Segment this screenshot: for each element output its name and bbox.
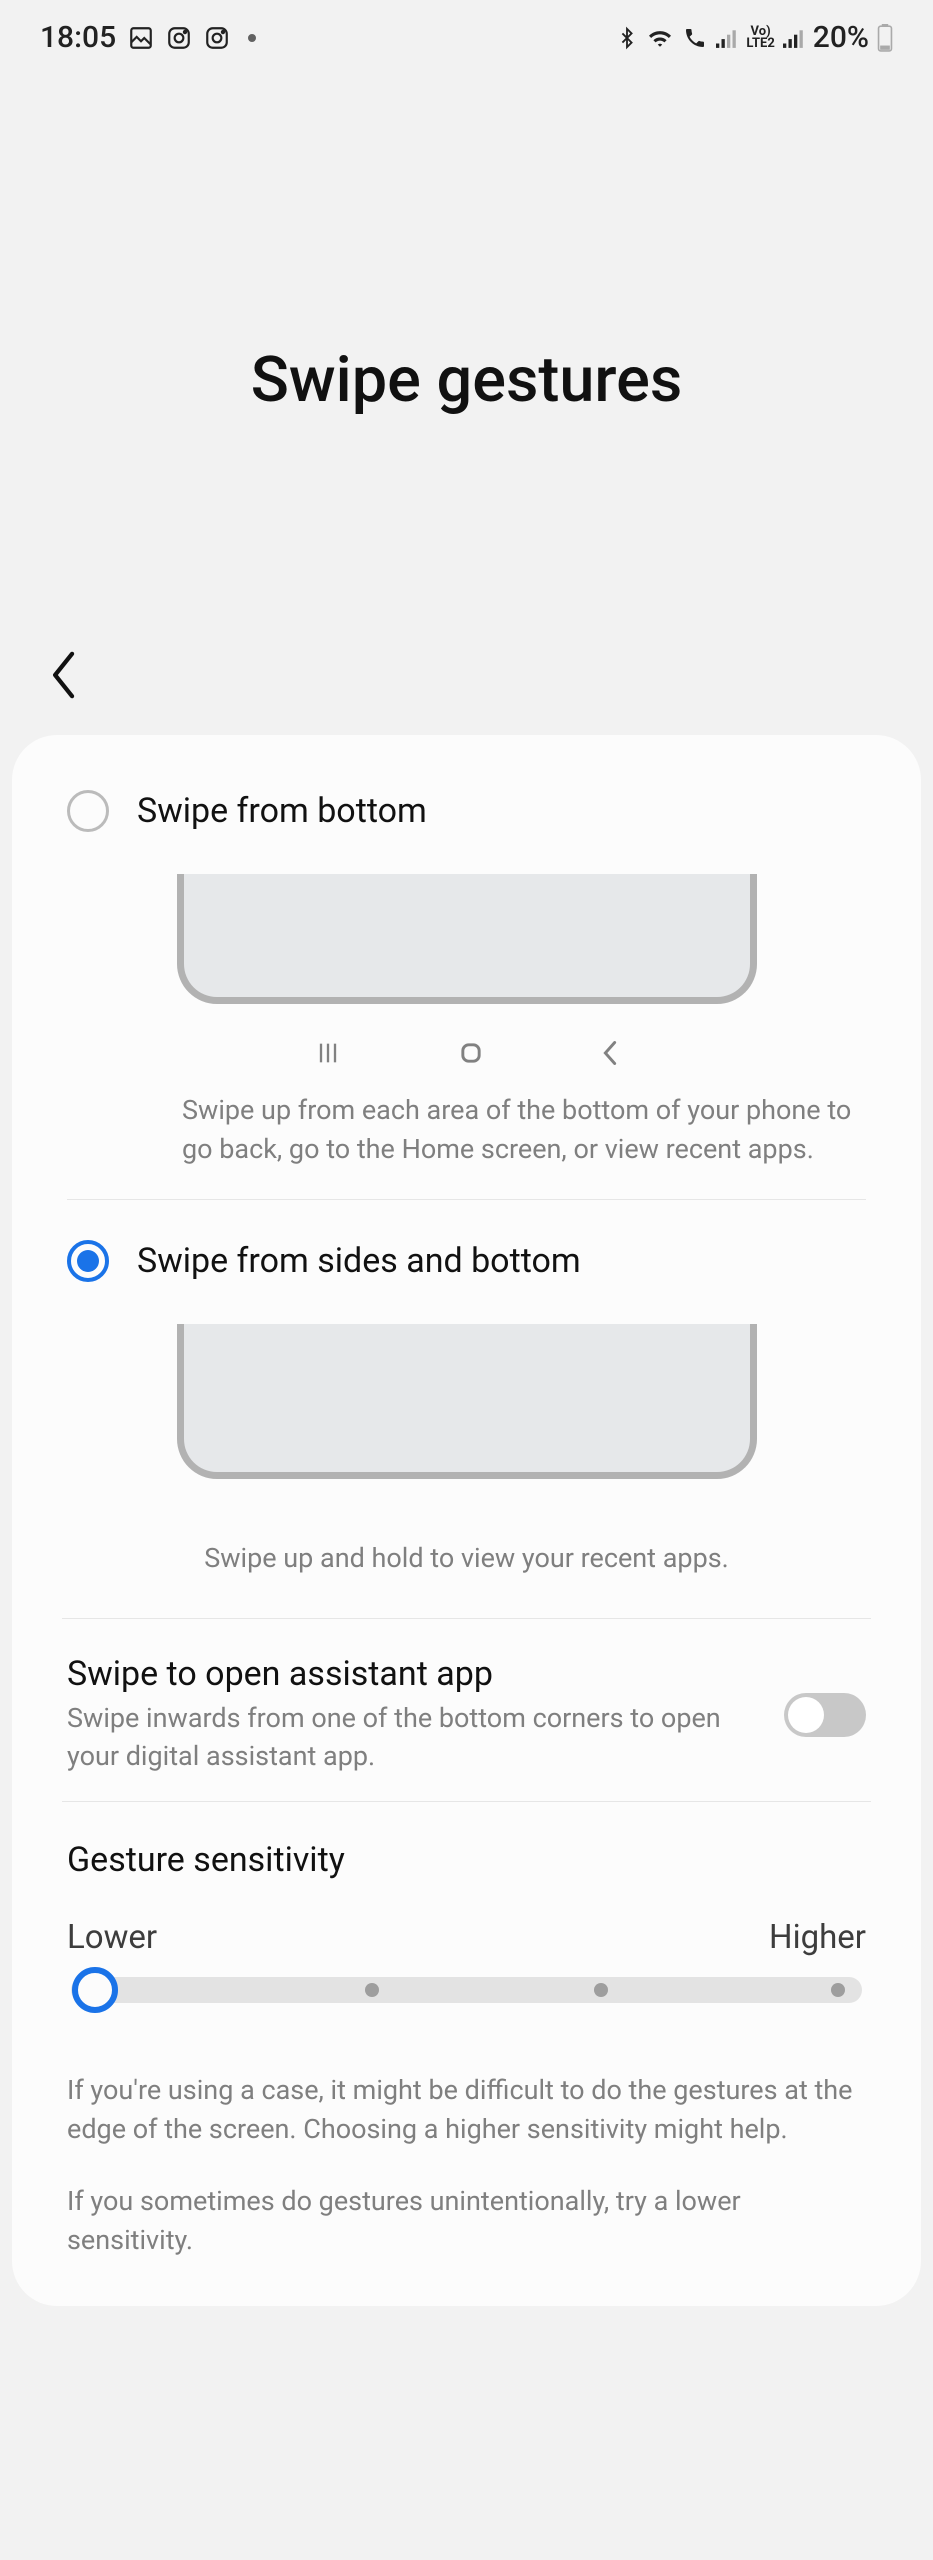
status-bar: 18:05 Vo)LTE2 20%: [0, 0, 933, 75]
sensitivity-slider[interactable]: [71, 1977, 862, 2003]
instagram-icon: [166, 25, 192, 51]
label-lower: Lower: [67, 1918, 157, 1957]
wifi-icon: [646, 27, 674, 49]
option-swipe-from-sides-and-bottom[interactable]: Swipe from sides and bottom: [12, 1200, 921, 1302]
home-icon: [457, 1039, 485, 1071]
gallery-icon: [128, 25, 154, 51]
sensitivity-title: Gesture sensitivity: [67, 1840, 866, 1880]
status-left: 18:05: [40, 20, 262, 55]
instagram-icon: [204, 25, 230, 51]
setting-desc: Swipe inwards from one of the bottom cor…: [67, 1700, 754, 1776]
recents-icon: [314, 1039, 342, 1071]
option-swipe-from-bottom[interactable]: Swipe from bottom: [12, 770, 921, 852]
setting-title: Swipe to open assistant app: [67, 1654, 754, 1694]
option-desc: Swipe up from each area of the bottom of…: [12, 1071, 921, 1199]
radio-unselected[interactable]: [67, 790, 109, 832]
signal-icon: [783, 28, 805, 48]
slider-labels: Lower Higher: [67, 1918, 866, 1957]
status-time: 18:05: [40, 20, 116, 55]
phone-preview: [177, 874, 757, 1004]
more-icon: [248, 34, 256, 42]
setting-assistant[interactable]: Swipe to open assistant app Swipe inward…: [12, 1619, 921, 1801]
label-higher: Higher: [769, 1918, 866, 1957]
wifi-calling-icon: [682, 26, 708, 50]
toggle-off[interactable]: [784, 1693, 866, 1737]
page-title: Swipe gestures: [251, 344, 683, 417]
chevron-left-icon: [50, 651, 80, 699]
volte-icon: Vo)LTE2: [746, 26, 774, 49]
header: Swipe gestures: [0, 75, 933, 735]
option-label: Swipe from sides and bottom: [137, 1241, 581, 1281]
slider-tick: [365, 1983, 379, 1997]
option-desc: Swipe up and hold to view your recent ap…: [12, 1479, 921, 1618]
radio-selected[interactable]: [67, 1240, 109, 1282]
slider-tick: [831, 1983, 845, 1997]
status-right: Vo)LTE2 20%: [616, 20, 893, 55]
phone-preview: [177, 1324, 757, 1479]
signal-icon: [716, 28, 738, 48]
slider-thumb[interactable]: [72, 1967, 118, 2013]
nav-icons: [177, 1039, 757, 1071]
option-label: Swipe from bottom: [137, 791, 427, 831]
sensitivity-help-2: If you sometimes do gestures unintention…: [12, 2164, 921, 2275]
bluetooth-icon: [616, 25, 638, 51]
back-icon: [600, 1039, 620, 1071]
sensitivity-help-1: If you're using a case, it might be diff…: [12, 2053, 921, 2164]
preview-swipe-from-sides-and-bottom: [177, 1324, 757, 1479]
preview-swipe-from-bottom: [177, 874, 757, 1071]
slider-tick: [594, 1983, 608, 1997]
back-button[interactable]: [45, 655, 85, 695]
sensitivity-section: Gesture sensitivity Lower Higher: [12, 1802, 921, 2053]
setting-text: Swipe to open assistant app Swipe inward…: [67, 1654, 754, 1776]
battery-icon: [877, 24, 893, 52]
content-card: Swipe from bottom Swipe up from each are…: [12, 735, 921, 2306]
battery-percent: 20%: [813, 20, 869, 55]
